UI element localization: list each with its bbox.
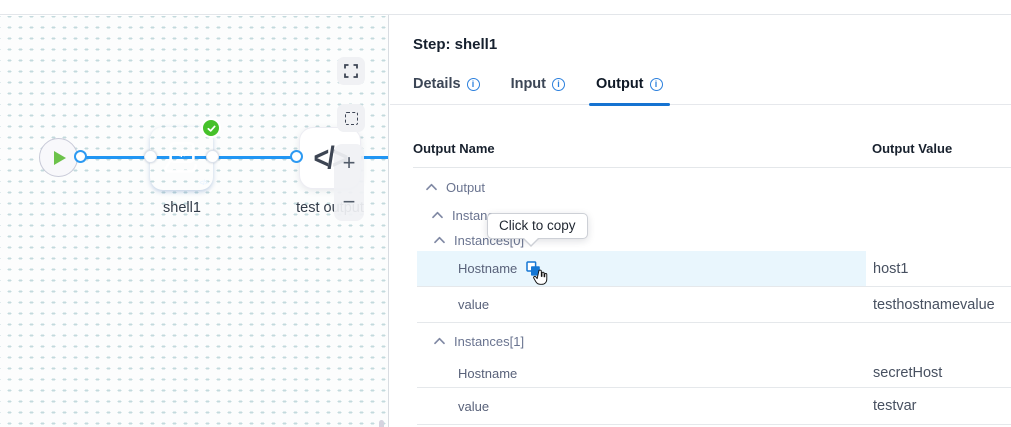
column-header-output-name: Output Name bbox=[413, 141, 872, 156]
info-icon[interactable] bbox=[467, 78, 480, 91]
chevron-up-icon[interactable] bbox=[434, 337, 445, 345]
tab-details[interactable]: Details bbox=[413, 76, 480, 104]
output-table-header: Output Name Output Value bbox=[413, 105, 1011, 168]
output-name: value bbox=[458, 399, 489, 414]
step-detail-panel: Step: shell1 Details Input Output Output… bbox=[390, 16, 1011, 427]
output-name: Hostname bbox=[458, 261, 517, 276]
success-check-icon bbox=[201, 118, 221, 138]
tree-group-instances-1[interactable]: Instances[1] bbox=[417, 323, 1011, 359]
tab-input[interactable]: Input bbox=[511, 76, 565, 104]
zoom-out-button[interactable]: − bbox=[334, 183, 364, 222]
play-icon bbox=[54, 151, 66, 165]
copy-tooltip: Click to copy bbox=[487, 213, 588, 239]
output-name-cell[interactable]: Hostname bbox=[417, 359, 866, 387]
output-tree: Output Instances Instances[0] Hostname bbox=[417, 168, 1011, 425]
marquee-select-icon bbox=[345, 112, 358, 125]
group-label: Output bbox=[446, 180, 485, 195]
output-value: secretHost bbox=[866, 365, 1011, 381]
table-row-value-0: value testhostnamevalue bbox=[417, 287, 1011, 323]
connection-port-start[interactable] bbox=[74, 150, 87, 163]
output-name: value bbox=[458, 297, 489, 312]
tree-group-output[interactable]: Output bbox=[417, 173, 1011, 201]
chevron-up-icon[interactable] bbox=[426, 183, 437, 191]
cursor-pointer-icon bbox=[531, 267, 550, 294]
table-row-value-1: value testvar bbox=[417, 388, 1011, 425]
page-title: Step: shell1 bbox=[413, 36, 1011, 53]
panel-divider bbox=[388, 15, 389, 427]
table-row-hostname-1: Hostname secretHost bbox=[417, 359, 1011, 388]
chevron-up-icon[interactable] bbox=[432, 211, 443, 219]
zoom-controls: + − bbox=[334, 144, 364, 221]
svg-text:</>: </> bbox=[174, 147, 189, 159]
column-header-output-value: Output Value bbox=[872, 141, 952, 156]
output-name-cell[interactable]: value bbox=[417, 287, 866, 322]
table-row-hostname-0: Hostname host1 bbox=[417, 251, 1011, 287]
connection-port-shell1-out[interactable] bbox=[206, 150, 219, 163]
output-name: Hostname bbox=[458, 366, 517, 381]
info-icon[interactable] bbox=[552, 78, 565, 91]
tab-bar: Details Input Output bbox=[390, 76, 1011, 105]
output-name-cell[interactable]: value bbox=[417, 388, 866, 424]
start-node[interactable] bbox=[39, 138, 78, 177]
tab-label: Output bbox=[596, 76, 644, 92]
output-value: testhostnamevalue bbox=[866, 297, 1011, 313]
zoom-in-button[interactable]: + bbox=[334, 144, 364, 183]
window-top-strip bbox=[0, 0, 1011, 15]
tab-label: Details bbox=[413, 76, 461, 92]
output-value: testvar bbox=[866, 398, 1011, 414]
workflow-canvas[interactable]: </> </> shell1 </> test output + − bbox=[0, 16, 388, 427]
marquee-select-button[interactable] bbox=[337, 104, 365, 132]
tab-output[interactable]: Output bbox=[596, 76, 663, 104]
canvas-scrollbar-thumb[interactable] bbox=[379, 420, 384, 427]
info-icon[interactable] bbox=[650, 78, 663, 91]
connection-port-shell1-in[interactable] bbox=[144, 150, 157, 163]
output-name-cell[interactable]: Hostname bbox=[417, 251, 866, 286]
node-label-shell1: shell1 bbox=[140, 200, 224, 216]
chevron-up-icon[interactable] bbox=[434, 236, 445, 244]
output-value: host1 bbox=[866, 261, 1011, 277]
shell-script-icon: </> bbox=[161, 138, 203, 180]
group-label: Instances[1] bbox=[454, 334, 524, 349]
code-corner-glyph: </> bbox=[199, 180, 208, 187]
node-shell1[interactable]: </> </> bbox=[150, 127, 213, 190]
fullscreen-icon bbox=[344, 64, 358, 78]
app-window: </> </> shell1 </> test output + − bbox=[0, 0, 1011, 427]
fullscreen-button[interactable] bbox=[337, 57, 365, 85]
tab-label: Input bbox=[511, 76, 546, 92]
connection-port-test-in[interactable] bbox=[290, 150, 303, 163]
